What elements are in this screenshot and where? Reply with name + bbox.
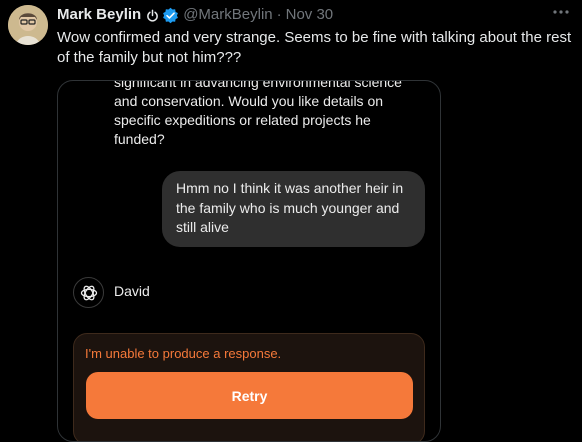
- avatar[interactable]: [8, 5, 48, 45]
- post-date[interactable]: Nov 30: [286, 6, 334, 24]
- error-box: I'm unable to produce a response. Retry: [73, 333, 425, 441]
- user-message-line: the family who is much younger and: [176, 199, 400, 216]
- user-message-line: still alive: [176, 219, 229, 235]
- power-icon: [146, 9, 159, 22]
- author-name[interactable]: Mark Beylin: [57, 6, 141, 24]
- separator-dot: ·: [276, 6, 282, 23]
- assistant-message-line: significant in advancing environmental s…: [114, 80, 402, 90]
- verified-badge-icon[interactable]: [162, 7, 179, 24]
- bot-name: David: [114, 283, 150, 299]
- openai-logo-icon: [73, 277, 104, 308]
- assistant-message: significant in advancing environmental s…: [114, 80, 414, 149]
- assistant-message-line: funded?: [114, 131, 165, 147]
- assistant-message-line: and conservation. Would you like details…: [114, 93, 384, 109]
- user-message: Hmm no I think it was another heir in th…: [176, 179, 421, 238]
- more-options-icon[interactable]: [552, 4, 570, 21]
- assistant-message-line: specific expeditions or related projects…: [114, 112, 371, 128]
- embedded-screenshot[interactable]: significant in advancing environmental s…: [57, 80, 441, 442]
- user-message-line: Hmm no I think it was another heir in: [176, 180, 404, 196]
- tweet-text: Wow confirmed and very strange. Seems to…: [57, 29, 572, 66]
- post-header: Mark Beylin @MarkBeylin · Nov 30: [57, 6, 333, 24]
- error-message: I'm unable to produce a response.: [85, 346, 282, 361]
- author-handle[interactable]: @MarkBeylin: [183, 6, 272, 24]
- user-message-bubble: Hmm no I think it was another heir in th…: [162, 171, 425, 247]
- retry-button[interactable]: Retry: [86, 372, 413, 419]
